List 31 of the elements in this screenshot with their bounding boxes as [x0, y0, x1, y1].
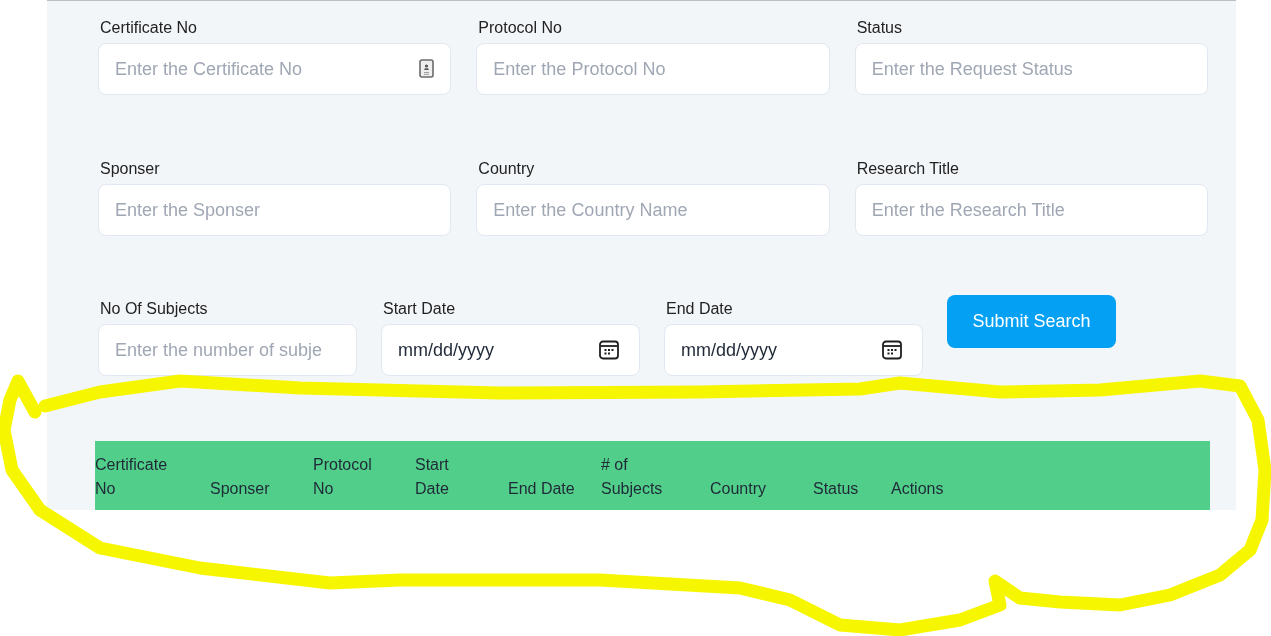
field-label: Status — [856, 18, 902, 38]
date-field[interactable]: mm/dd/yyyy — [664, 324, 923, 376]
text-field[interactable]: Enter the Sponser — [98, 184, 452, 236]
field-label: End Date — [666, 299, 733, 319]
field-label: Certificate No — [100, 18, 197, 38]
field-label: No Of Subjects — [100, 299, 208, 319]
column-header: Protocol No — [313, 455, 373, 499]
column-header: End Date — [508, 479, 575, 499]
text-field[interactable]: Enter the Request Status — [854, 43, 1208, 95]
text-field[interactable]: Enter the Country Name — [476, 184, 830, 236]
column-header: Sponser — [210, 479, 270, 499]
column-header: Actions — [891, 479, 944, 499]
field-label: Country — [478, 159, 535, 179]
field-label: Start Date — [383, 299, 456, 319]
column-header: # of Subjects — [601, 455, 664, 499]
text-field[interactable]: Enter the Research Title — [854, 184, 1208, 236]
text-field[interactable]: Enter the number of subje — [98, 324, 357, 376]
field-label: Protocol No — [478, 18, 562, 38]
field-label: Research Title — [856, 159, 959, 179]
column-header: Status — [813, 479, 859, 499]
column-header: Start Date — [415, 455, 450, 499]
submit-search-button[interactable]: Submit Search — [947, 295, 1116, 348]
calendar-icon[interactable] — [599, 340, 619, 360]
date-field[interactable]: mm/dd/yyyy — [381, 324, 640, 376]
column-header: Certificate No — [95, 455, 169, 499]
column-header: Country — [710, 479, 767, 499]
calendar-icon[interactable] — [882, 340, 902, 360]
text-field[interactable]: Enter the Protocol No — [476, 43, 830, 95]
text-field[interactable]: Enter the Certificate No — [98, 43, 452, 95]
contact-card-icon[interactable] — [419, 59, 435, 78]
field-label: Sponser — [100, 159, 160, 179]
